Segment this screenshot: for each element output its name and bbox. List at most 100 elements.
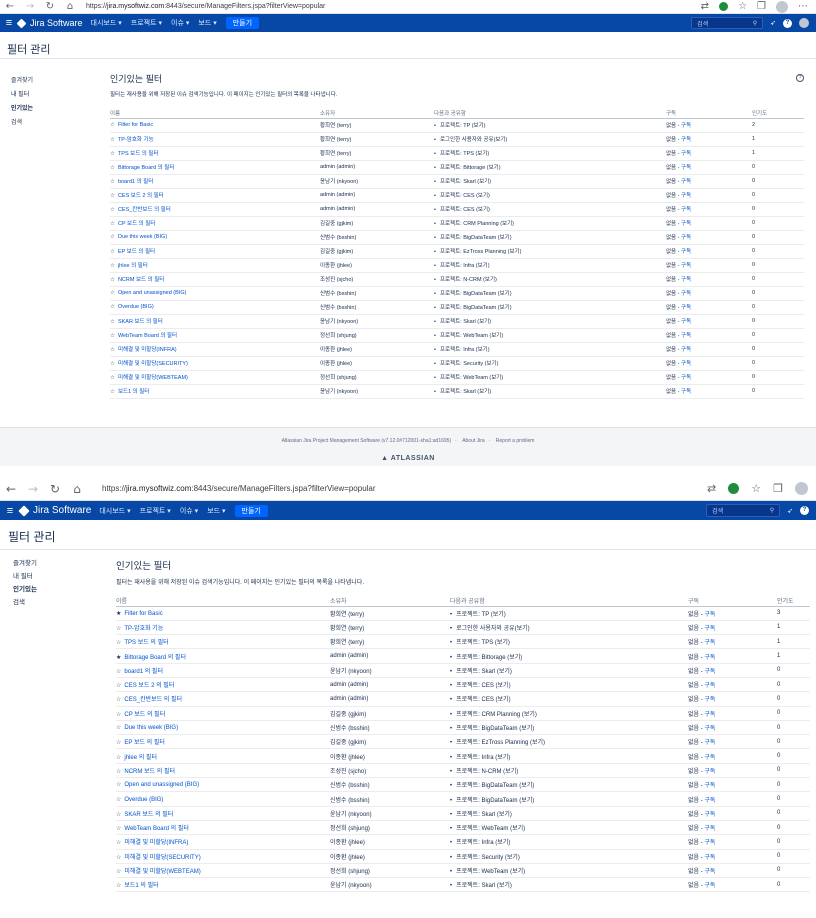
subscribe-link[interactable]: 구독 <box>681 291 691 297</box>
filter-link[interactable]: NCRM 보드 의 필터 <box>124 769 175 775</box>
subscribe-link[interactable]: 구독 <box>681 277 691 283</box>
favorite-star-icon[interactable]: ☆ <box>110 361 115 367</box>
subscribe-link[interactable]: 구독 <box>681 151 691 157</box>
filter-link[interactable]: CES_칸반보드 의 필터 <box>118 207 171 213</box>
filter-link[interactable]: Overdue (BIG) <box>118 304 154 310</box>
col-name[interactable]: 이름 <box>116 595 330 607</box>
favorite-star-icon[interactable]: ☆ <box>116 826 121 832</box>
app-switcher-icon[interactable]: ≡ <box>0 17 18 29</box>
favorite-star-icon[interactable]: ☆ <box>110 333 115 339</box>
favorite-star-icon[interactable]: ☆ <box>110 122 115 128</box>
filter-link[interactable]: 미해결 및 미할당(INFRA) <box>124 840 188 846</box>
filter-link[interactable]: NCRM 보드 의 필터 <box>118 277 164 283</box>
extension-icon[interactable] <box>728 483 740 494</box>
filter-link[interactable]: SKAR 보드 의 필터 <box>124 812 173 818</box>
forward-icon[interactable]: → <box>22 483 44 495</box>
favorite-star-icon[interactable]: ☆ <box>110 221 115 227</box>
subscribe-link[interactable]: 구독 <box>704 683 715 689</box>
subscribe-link[interactable]: 구독 <box>681 221 691 227</box>
filter-link[interactable]: CES_칸반보드 의 필터 <box>124 697 182 703</box>
filter-link[interactable]: TP-암호화 기능 <box>118 137 154 143</box>
favorite-star-icon[interactable]: ☆ <box>116 725 121 731</box>
jira-logo[interactable]: Jira Software <box>16 18 83 28</box>
favorite-star-icon[interactable]: ☆ <box>116 640 121 646</box>
subscribe-link[interactable]: 구독 <box>704 626 715 632</box>
filter-link[interactable]: 미해결 및 미할당(WEBTEAM) <box>124 869 200 875</box>
subscribe-link[interactable]: 구독 <box>704 855 715 861</box>
sidebar-item-favorites[interactable]: 즐겨찾기 <box>13 557 37 570</box>
subscribe-link[interactable]: 구독 <box>704 798 715 804</box>
favorite-star-icon[interactable]: ☆ <box>116 797 121 803</box>
translate-icon[interactable]: ⇄ <box>707 482 716 495</box>
favorite-star-icon[interactable]: ☆ <box>116 683 121 689</box>
favorite-star-icon[interactable]: ☆ <box>110 263 115 269</box>
extension-icon[interactable] <box>719 2 729 11</box>
menu-issues[interactable]: 이슈 ▾ <box>171 18 189 28</box>
sidebar-item-popular[interactable]: 인기있는 <box>13 583 37 596</box>
sidebar-item-my-filters[interactable]: 내 필터 <box>13 570 37 583</box>
favorite-star-icon[interactable]: ☆ <box>110 290 115 296</box>
notifications-icon[interactable]: ➶ <box>787 507 793 515</box>
menu-projects[interactable]: 프로젝트 ▾ <box>140 506 171 516</box>
subscribe-link[interactable]: 구독 <box>681 375 691 381</box>
filter-link[interactable]: board1 의 필터 <box>118 179 153 185</box>
user-avatar[interactable] <box>799 18 809 28</box>
filter-link[interactable]: CES 보드 2 의 필터 <box>118 193 164 199</box>
subscribe-link[interactable]: 구독 <box>681 235 691 241</box>
filter-link[interactable]: WebTeam Board 의 필터 <box>118 333 177 339</box>
col-popularity[interactable]: 인기도 <box>777 595 810 607</box>
filter-link[interactable]: Overdue (BIG) <box>124 797 163 803</box>
subscribe-link[interactable]: 구독 <box>681 263 691 269</box>
favorite-star-icon[interactable]: ☆ <box>110 347 115 353</box>
subscribe-link[interactable]: 구독 <box>704 769 715 775</box>
search-input[interactable]: 검색 ⚲ <box>706 504 781 517</box>
filter-link[interactable]: Open and unassigned (BIG) <box>118 290 187 296</box>
favorite-star-icon[interactable]: ☆ <box>116 869 121 875</box>
menu-boards[interactable]: 보드 ▾ <box>198 18 216 28</box>
favorite-star-icon[interactable]: ☆ <box>110 151 115 157</box>
collections-icon[interactable]: ❐ <box>757 1 766 12</box>
favorite-star-icon[interactable]: ★ <box>116 655 121 661</box>
create-button[interactable]: 만들기 <box>234 504 268 517</box>
favorite-star-icon[interactable]: ☆ <box>110 193 115 199</box>
filter-link[interactable]: 보드1 의 필터 <box>124 883 158 889</box>
address-bar[interactable]: https://jira.mysoftwiz.com:8443/secure/M… <box>86 3 325 10</box>
subscribe-link[interactable]: 구독 <box>704 612 715 618</box>
reload-icon[interactable]: ↻ <box>40 1 60 12</box>
filter-link[interactable]: CES 보드 2 의 필터 <box>124 683 174 689</box>
back-icon[interactable]: ← <box>0 1 20 12</box>
reload-icon[interactable]: ↻ <box>44 483 66 495</box>
menu-projects[interactable]: 프로젝트 ▾ <box>131 18 162 28</box>
subscribe-link[interactable]: 구독 <box>704 840 715 846</box>
favorite-star-icon[interactable]: ☆ <box>110 304 115 310</box>
favorite-star-icon[interactable]: ☆ <box>116 855 121 861</box>
app-switcher-icon[interactable]: ≡ <box>0 505 20 517</box>
filter-link[interactable]: 보드1 의 필터 <box>118 389 149 395</box>
favorite-star-icon[interactable]: ☆ <box>116 740 121 746</box>
sidebar-item-my-filters[interactable]: 내 필터 <box>11 88 33 102</box>
address-bar[interactable]: https://jira.mysoftwiz.com:8443/secure/M… <box>102 484 376 493</box>
filter-link[interactable]: EP 보드 의 필터 <box>124 740 165 746</box>
subscribe-link[interactable]: 구독 <box>704 740 715 746</box>
subscribe-link[interactable]: 구독 <box>681 123 691 129</box>
favorite-star-icon[interactable]: ☆ <box>116 669 121 675</box>
favorite-star-icon[interactable]: ☆ <box>116 840 121 846</box>
filter-link[interactable]: SKAR 보드 의 필터 <box>118 319 163 325</box>
filter-link[interactable]: Filter for Basic <box>124 611 162 617</box>
subscribe-link[interactable]: 구독 <box>704 812 715 818</box>
col-popularity[interactable]: 인기도 <box>752 108 804 119</box>
favorite-star-icon[interactable]: ☆ <box>110 389 115 395</box>
subscribe-link[interactable]: 구독 <box>681 319 691 325</box>
subscribe-link[interactable]: 구독 <box>704 826 715 832</box>
filter-link[interactable]: TP-암호화 기능 <box>124 626 163 632</box>
favorite-star-icon[interactable]: ☆ <box>116 626 121 632</box>
subscribe-link[interactable]: 구독 <box>681 361 691 367</box>
home-icon[interactable]: ⌂ <box>60 1 80 12</box>
menu-issues[interactable]: 이슈 ▾ <box>180 506 198 516</box>
filter-link[interactable]: 미해결 및 미할당(SECURITY) <box>124 855 200 861</box>
filter-link[interactable]: EP 보드 의 필터 <box>118 249 155 255</box>
subscribe-link[interactable]: 구독 <box>681 193 691 199</box>
favorite-star-icon[interactable]: ☆ <box>110 234 115 240</box>
subscribe-link[interactable]: 구독 <box>704 640 715 646</box>
subscribe-link[interactable]: 구독 <box>681 249 691 255</box>
